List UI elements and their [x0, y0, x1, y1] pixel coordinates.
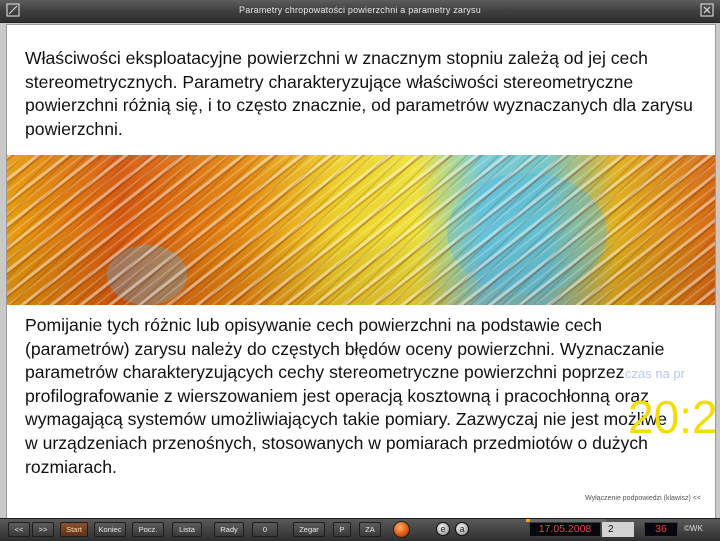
surface-topography-image	[7, 155, 715, 305]
previous-slide-button[interactable]: <<	[8, 522, 30, 537]
main-paragraph: Pomijanie tych różnic lub opisywanie cec…	[25, 315, 668, 477]
record-button-icon[interactable]	[393, 521, 410, 538]
window-close-icon[interactable]	[700, 3, 714, 17]
round-button-a[interactable]: a	[455, 522, 469, 536]
presentation-controls: << >> Start Koniec Pocz. Lista Rady 0 Ze…	[0, 518, 720, 541]
round-button-e[interactable]: e	[436, 522, 450, 536]
window-title: Parametry chropowatości powierzchni a pa…	[239, 5, 481, 15]
date-display: 17.05.2008	[529, 522, 601, 537]
p-button[interactable]: P	[333, 522, 351, 537]
tips-button[interactable]: Rady	[214, 522, 244, 537]
za-button[interactable]: ZA	[359, 522, 381, 537]
zero-button[interactable]: 0	[252, 522, 278, 537]
title-bar: Parametry chropowatości powierzchni a pa…	[0, 0, 720, 23]
total-slides: 36	[644, 522, 678, 537]
start-button[interactable]: Start	[60, 522, 88, 537]
slide-area: Właściwości eksploatacyjne powierzchni w…	[6, 24, 716, 520]
next-slide-button[interactable]: >>	[32, 522, 54, 537]
beginning-button[interactable]: Pocz.	[132, 522, 164, 537]
intro-paragraph: Właściwości eksploatacyjne powierzchni w…	[25, 48, 693, 139]
countdown-clock: 20:2	[628, 391, 716, 443]
slide-number: 2	[602, 522, 634, 537]
hint-toggle-link[interactable]: Wyłączenie podpowiedzi (klawisz) <<	[585, 495, 701, 502]
time-hint-text: czas na pr	[625, 366, 685, 381]
brand-label: ©WK	[684, 524, 703, 533]
clock-button[interactable]: Zegar	[293, 522, 325, 537]
list-button[interactable]: Lista	[172, 522, 202, 537]
end-button[interactable]: Koniec	[94, 522, 126, 537]
